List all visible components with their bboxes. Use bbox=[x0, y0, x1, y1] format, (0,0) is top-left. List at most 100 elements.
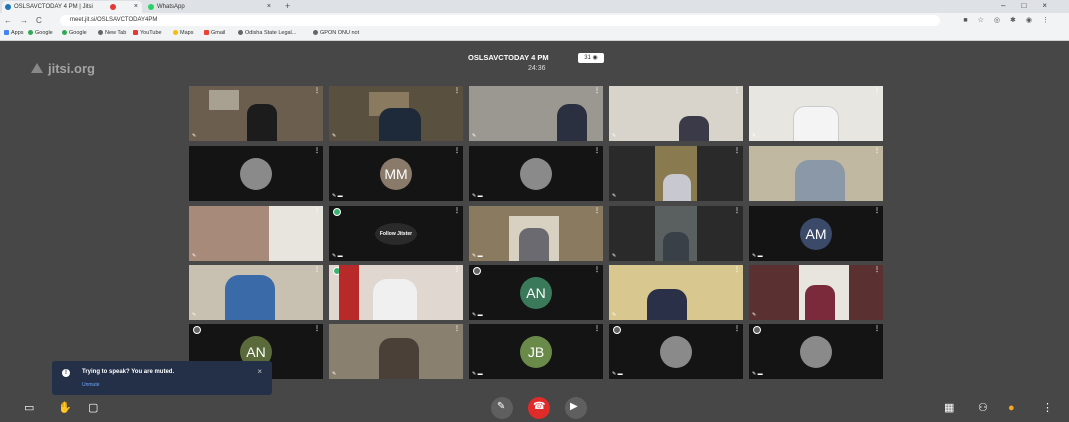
close-tab-icon[interactable]: × bbox=[134, 1, 138, 13]
avatar-tile[interactable]: ⋮ bbox=[189, 146, 323, 201]
unmute-link[interactable]: Unmute bbox=[82, 382, 100, 388]
avatar-tile[interactable]: AM ⋮ ✎ ▬ bbox=[749, 206, 883, 261]
video-tile[interactable]: ⋮ ✎ ▬ bbox=[469, 206, 603, 261]
avatar-tile[interactable]: JB ⋮ ✎ ▬ bbox=[469, 324, 603, 379]
avatar-initials: AM bbox=[800, 217, 832, 250]
maps-icon bbox=[173, 30, 178, 35]
avatar-tile[interactable]: ⋮ ✎ ▬ bbox=[469, 146, 603, 201]
screen-share-icon[interactable]: ▭ bbox=[24, 401, 34, 415]
meeting-stage: jitsi.org OSLSAVCTODAY 4 PM 31 ◉ 24:36 ⋮… bbox=[0, 41, 1069, 422]
chat-icon[interactable]: ▢ bbox=[88, 401, 98, 415]
video-tile[interactable]: ⋮ bbox=[749, 146, 883, 201]
video-tile[interactable]: ⋮ ✎ bbox=[609, 86, 743, 141]
more-icon[interactable]: ⋮ bbox=[734, 87, 740, 94]
more-icon[interactable]: ⋮ bbox=[594, 325, 600, 332]
more-icon[interactable]: ⋮ bbox=[594, 207, 600, 214]
tile-view-icon[interactable]: ▦ bbox=[944, 401, 954, 415]
more-icon[interactable]: ⋮ bbox=[314, 87, 320, 94]
more-icon[interactable]: ⋮ bbox=[454, 325, 460, 332]
user-placeholder-icon bbox=[240, 157, 272, 190]
bookmark-new-tab[interactable]: New Tab bbox=[98, 28, 126, 39]
tab-whatsapp[interactable]: WhatsApp × bbox=[145, 1, 275, 13]
mute-mic-button[interactable]: ✎ bbox=[491, 397, 513, 419]
bookmark-google-2[interactable]: Google bbox=[62, 28, 87, 39]
participant-status-icon bbox=[613, 326, 621, 334]
new-tab-icon[interactable]: + bbox=[285, 0, 290, 12]
bookmark-youtube[interactable]: YouTube bbox=[133, 28, 162, 39]
mic-muted-icon: ✎ ▬ bbox=[752, 371, 763, 377]
raise-hand-icon[interactable]: ✋ bbox=[58, 401, 72, 415]
extension-icons[interactable]: ■☆◎✱◉⋮ bbox=[963, 14, 1059, 27]
google-icon bbox=[28, 30, 33, 35]
close-icon[interactable]: × bbox=[257, 367, 262, 376]
mic-muted-icon: ✎ bbox=[332, 371, 337, 377]
video-tile[interactable]: ⋮ ✎ bbox=[189, 265, 323, 320]
more-icon[interactable]: ⋮ bbox=[874, 266, 880, 273]
meeting-timer: 24:36 bbox=[528, 65, 546, 72]
mic-muted-icon: ✎ ▬ bbox=[472, 371, 483, 377]
more-icon[interactable]: ⋮ bbox=[454, 266, 460, 273]
avatar-tile[interactable]: AN ⋮ ✎ ▬ bbox=[469, 265, 603, 320]
more-icon[interactable]: ⋮ bbox=[594, 87, 600, 94]
more-icon[interactable]: ⋮ bbox=[874, 325, 880, 332]
participant-figure bbox=[795, 160, 845, 201]
avatar-tile[interactable]: ⋮ ✎ ▬ bbox=[749, 324, 883, 379]
user-placeholder-icon bbox=[520, 157, 552, 190]
more-actions-icon[interactable]: ⋮ bbox=[1042, 401, 1053, 415]
video-tile[interactable]: ⋮ ✎ bbox=[749, 86, 883, 141]
participants-badge[interactable]: 31 ◉ bbox=[578, 53, 604, 63]
bookmark-maps[interactable]: Maps bbox=[173, 28, 193, 39]
nav-buttons[interactable]: ←→C bbox=[4, 14, 50, 27]
video-tile[interactable]: ⋮ ✎ bbox=[329, 324, 463, 379]
gmail-icon bbox=[204, 30, 209, 35]
more-icon[interactable]: ⋮ bbox=[314, 207, 320, 214]
recording-icon bbox=[110, 4, 116, 10]
video-tile[interactable]: ⋮ ✎ bbox=[189, 86, 323, 141]
bookmark-odisha[interactable]: Odisha State Legal... bbox=[238, 28, 296, 39]
more-icon[interactable]: ⋮ bbox=[874, 147, 880, 154]
participant-figure bbox=[663, 174, 691, 201]
avatar-tile[interactable]: Follow Jitster ⋮ ✎ ▬ bbox=[329, 206, 463, 261]
more-icon[interactable]: ⋮ bbox=[734, 207, 740, 214]
video-tile[interactable]: ⋮ ✎ bbox=[609, 265, 743, 320]
avatar-tile[interactable]: MM ⋮ ✎ ▬ bbox=[329, 146, 463, 201]
camera-off-button[interactable]: ▶ bbox=[565, 397, 587, 419]
more-icon[interactable]: ⋮ bbox=[314, 325, 320, 332]
more-icon[interactable]: ⋮ bbox=[454, 87, 460, 94]
more-icon[interactable]: ⋮ bbox=[734, 147, 740, 154]
video-tile[interactable]: ⋮ ✎ bbox=[609, 206, 743, 261]
more-icon[interactable]: ⋮ bbox=[454, 147, 460, 154]
avatar-tile[interactable]: ⋮ ✎ ▬ bbox=[609, 324, 743, 379]
hangup-button[interactable]: ☎ bbox=[528, 397, 550, 419]
window-controls[interactable]: –□× bbox=[1001, 0, 1063, 12]
mic-muted-icon: ✎ bbox=[192, 133, 197, 139]
participant-figure bbox=[373, 279, 417, 320]
bookmark-gmail[interactable]: Gmail bbox=[204, 28, 225, 39]
more-icon[interactable]: ⋮ bbox=[594, 147, 600, 154]
more-icon[interactable]: ⋮ bbox=[874, 207, 880, 214]
more-icon[interactable]: ⋮ bbox=[874, 87, 880, 94]
tab-jitsi[interactable]: OSLSAVCTODAY 4 PM | Jitsi × bbox=[2, 1, 142, 13]
video-tile[interactable]: ⋮ ✎ bbox=[609, 146, 743, 201]
avatar-initials: MM bbox=[380, 157, 412, 190]
video-tile[interactable]: ⋮ ✎ bbox=[329, 86, 463, 141]
more-icon[interactable]: ⋮ bbox=[734, 325, 740, 332]
bookmark-apps[interactable]: Apps bbox=[4, 28, 24, 39]
bookmark-google-1[interactable]: Google bbox=[28, 28, 53, 39]
mic-muted-icon: ✎ bbox=[192, 253, 197, 259]
whatsapp-favicon-icon bbox=[148, 4, 154, 10]
video-tile[interactable]: ⋮ ✎ bbox=[469, 86, 603, 141]
url-field[interactable]: meet.jit.si/OSLSAVCTODAY4PM bbox=[60, 15, 940, 26]
security-shield-icon[interactable]: ● bbox=[1008, 401, 1015, 415]
more-icon[interactable]: ⋮ bbox=[594, 266, 600, 273]
invite-icon[interactable]: ⚇ bbox=[978, 401, 988, 415]
video-tile[interactable]: ⋮ ✎ bbox=[749, 265, 883, 320]
more-icon[interactable]: ⋮ bbox=[314, 147, 320, 154]
video-tile[interactable]: ⋮ ✎ bbox=[189, 206, 323, 261]
more-icon[interactable]: ⋮ bbox=[314, 266, 320, 273]
more-icon[interactable]: ⋮ bbox=[734, 266, 740, 273]
more-icon[interactable]: ⋮ bbox=[454, 207, 460, 214]
close-tab-icon[interactable]: × bbox=[267, 1, 271, 13]
bookmark-gpon[interactable]: GPON ONU not bbox=[313, 28, 359, 39]
video-tile[interactable]: ⋮ bbox=[329, 265, 463, 320]
